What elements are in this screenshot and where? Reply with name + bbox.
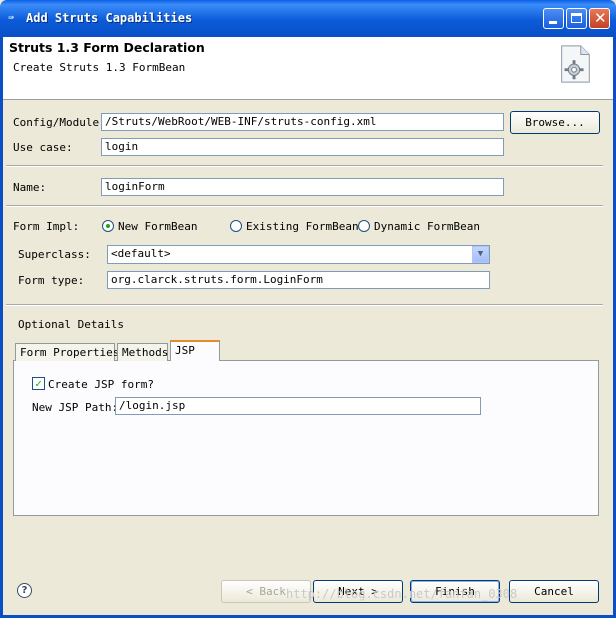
radio-new-formbean[interactable]	[102, 220, 114, 232]
radio-dynamic-formbean-label[interactable]: Dynamic FormBean	[374, 220, 480, 233]
page-title: Struts 1.3 Form Declaration	[9, 40, 205, 55]
maximize-button[interactable]	[566, 8, 587, 29]
config-module-label: Config/Module:	[13, 116, 106, 129]
minimize-button[interactable]	[543, 8, 564, 29]
name-input[interactable]: loginForm	[101, 178, 504, 196]
radio-existing-formbean[interactable]	[230, 220, 242, 232]
form-type-input[interactable]: org.clarck.struts.form.LoginForm	[107, 271, 490, 289]
arrow-icon: ⇛	[8, 12, 15, 23]
superclass-select[interactable]: <default>	[107, 245, 490, 264]
window-title: Add Struts Capabilities	[26, 11, 193, 25]
form-type-label: Form type:	[18, 274, 85, 287]
chevron-down-icon[interactable]: ▼	[472, 246, 489, 263]
checkmark-icon: ✓	[35, 377, 42, 390]
optional-details-title: Optional Details	[18, 318, 124, 331]
create-jsp-label[interactable]: Create JSP form?	[48, 378, 154, 391]
watermark: http://blog.csdn.net/fanfan_0308	[286, 587, 518, 601]
tab-jsp[interactable]: JSP	[170, 340, 220, 361]
cancel-button[interactable]: Cancel	[509, 580, 599, 603]
name-label: Name:	[13, 181, 47, 194]
separator	[6, 205, 603, 207]
jsp-path-label: New JSP Path:	[32, 401, 119, 414]
page-subtitle: Create Struts 1.3 FormBean	[13, 61, 186, 74]
jsp-path-input[interactable]: /login.jsp	[115, 397, 481, 415]
separator	[6, 165, 603, 167]
close-button[interactable]: ✕	[589, 8, 610, 29]
wizard-gear-page-icon	[561, 45, 590, 83]
create-jsp-checkbox[interactable]: ✓	[32, 377, 45, 390]
separator	[6, 304, 603, 306]
radio-new-formbean-label[interactable]: New FormBean	[118, 220, 197, 233]
superclass-label: Superclass:	[18, 248, 91, 261]
tab-methods[interactable]: Methods	[117, 343, 168, 361]
radio-existing-formbean-label[interactable]: Existing FormBean	[246, 220, 359, 233]
close-icon: ✕	[594, 9, 607, 27]
help-icon[interactable]: ?	[17, 583, 32, 598]
maximize-icon	[571, 13, 582, 23]
use-case-label: Use case:	[13, 141, 73, 154]
browse-button[interactable]: Browse...	[510, 111, 600, 134]
tab-form-properties[interactable]: Form Properties	[15, 343, 119, 361]
form-impl-label: Form Impl:	[13, 220, 80, 233]
superclass-value: <default>	[111, 247, 171, 260]
use-case-input[interactable]: login	[101, 138, 504, 156]
radio-dynamic-formbean[interactable]	[358, 220, 370, 232]
minimize-icon	[549, 21, 557, 24]
config-module-input[interactable]: /Struts/WebRoot/WEB-INF/struts-config.xm…	[101, 113, 504, 131]
